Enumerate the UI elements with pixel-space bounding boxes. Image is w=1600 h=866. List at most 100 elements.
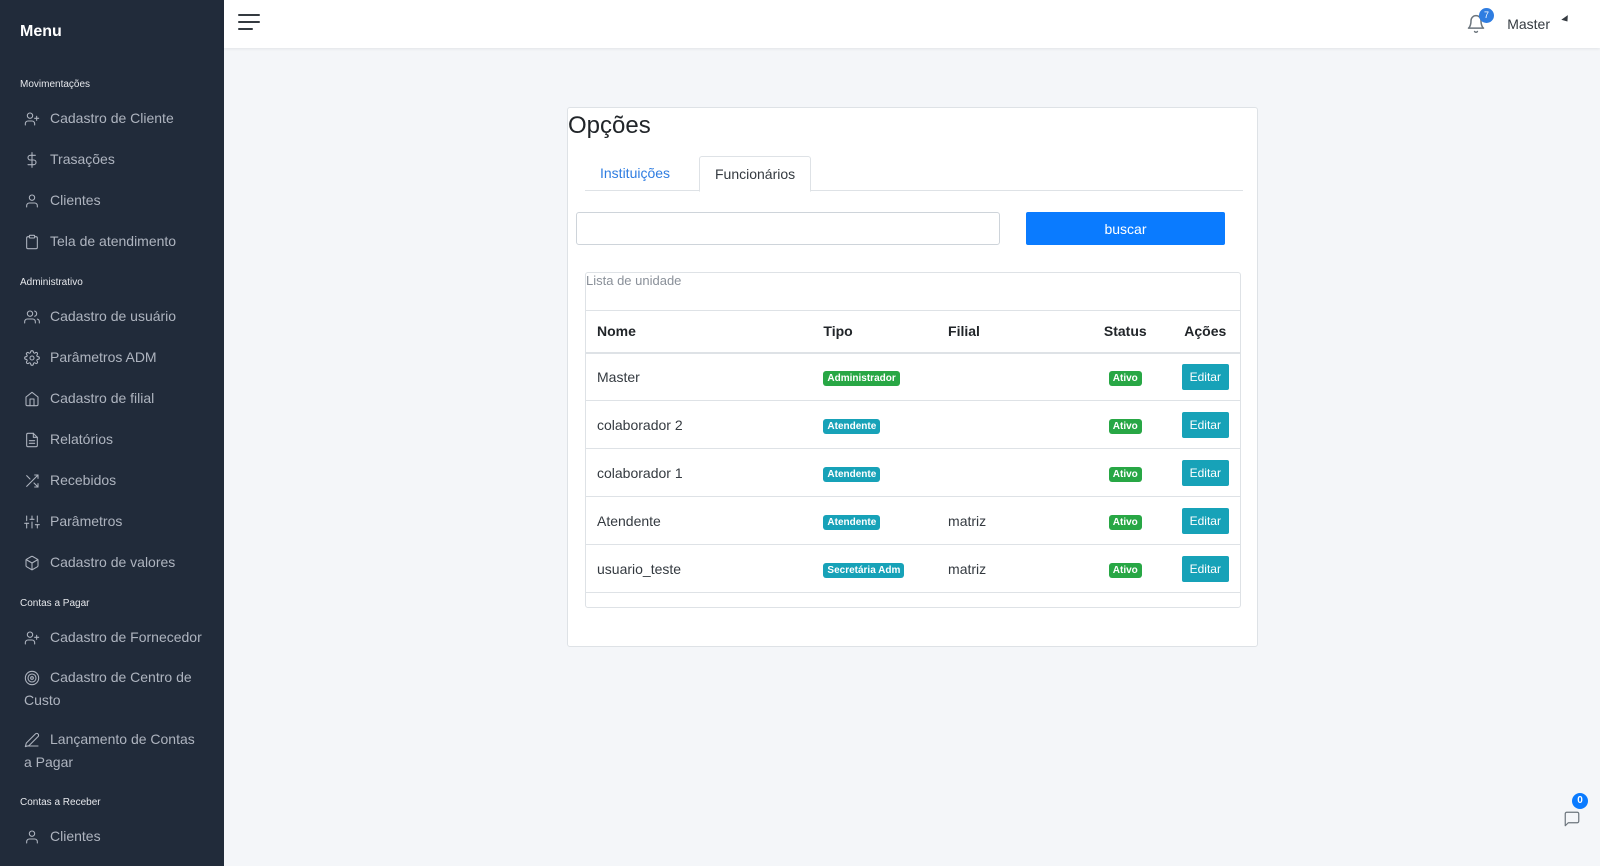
edit-button[interactable]: Editar bbox=[1181, 459, 1229, 486]
cell-acoes: Editar bbox=[1170, 448, 1240, 497]
status-badge: Ativo bbox=[1108, 418, 1142, 434]
status-badge: Ativo bbox=[1108, 562, 1142, 578]
sidebar-item-cadastro-de-filial[interactable]: Cadastro de filial bbox=[0, 378, 224, 419]
sidebar-item-cadastro-de-valores[interactable]: Cadastro de valores bbox=[0, 542, 224, 583]
chat-icon[interactable]: 0 bbox=[1563, 793, 1588, 828]
sidebar-item-label: Lançamento de Contas a Pagar bbox=[24, 731, 195, 770]
page-title: Opções bbox=[568, 112, 651, 139]
box-icon bbox=[24, 551, 50, 574]
edit-button[interactable]: Editar bbox=[1181, 363, 1229, 390]
tipo-badge: Administrador bbox=[823, 370, 900, 386]
tipo-badge: Atendente bbox=[823, 514, 881, 530]
sidebar-section-title: Movimentações bbox=[20, 79, 91, 90]
table-row: colaborador 2 Atendente Ativo Editar bbox=[586, 400, 1240, 449]
sidebar-item-cadastro-de-cliente[interactable]: Cadastro de Cliente bbox=[0, 98, 224, 139]
table-row: Master Administrador Ativo Editar bbox=[586, 352, 1240, 401]
cell-filial bbox=[937, 448, 1080, 497]
cell-nome: usuario_teste bbox=[586, 544, 813, 593]
sidebar-item-relatorios[interactable]: Relatórios bbox=[0, 419, 224, 460]
table-row: usuario_teste Secretária Adm matriz Ativo Ed… bbox=[586, 544, 1240, 593]
sidebar-item-parametros[interactable]: Parâmetros bbox=[0, 501, 224, 542]
employees-table: Nome Tipo Filial Status Ações Master Admi… bbox=[586, 310, 1240, 593]
cell-nome: colaborador 2 bbox=[586, 400, 813, 449]
search-button[interactable]: buscar bbox=[1026, 212, 1225, 245]
employee-list-panel: Lista de unidade Nome Tipo Filial Status… bbox=[585, 272, 1241, 608]
chat-count-badge: 0 bbox=[1572, 793, 1588, 809]
tipo-badge: Atendente bbox=[823, 466, 881, 482]
sidebar-item-trasacoes[interactable]: Trasações bbox=[0, 139, 224, 180]
sidebar-item-clientes[interactable]: Clientes bbox=[0, 816, 224, 857]
notifications-bell-icon[interactable]: 7 bbox=[1466, 8, 1494, 34]
sidebar-item-label: Parâmetros ADM bbox=[50, 349, 157, 365]
cell-filial: matriz bbox=[937, 544, 1080, 593]
status-badge: Ativo bbox=[1108, 514, 1142, 530]
sidebar-item-cadastro-de-centro-de-custo[interactable]: Cadastro de Centro de Custo bbox=[0, 658, 224, 720]
tipo-badge: Secretária Adm bbox=[823, 562, 905, 578]
user-menu[interactable]: Master bbox=[1507, 16, 1550, 32]
sidebar-item-tela-de-atendimento[interactable]: Tela de atendimento bbox=[0, 221, 224, 262]
pen-icon bbox=[24, 728, 50, 751]
notifications-count-badge: 7 bbox=[1479, 8, 1494, 23]
sidebar-item-label: Trasações bbox=[50, 151, 115, 167]
cell-status: Ativo bbox=[1079, 544, 1171, 593]
sidebar-item-label: Cadastro de usuário bbox=[50, 308, 177, 324]
sidebar-brand: Menu bbox=[20, 23, 62, 40]
edit-button[interactable]: Editar bbox=[1181, 411, 1229, 438]
user-plus-icon bbox=[24, 626, 50, 649]
sidebar-section-title: Administrativo bbox=[20, 277, 83, 288]
menu-toggle-icon[interactable] bbox=[238, 14, 260, 32]
clipboard-icon bbox=[24, 230, 50, 253]
edit-button[interactable]: Editar bbox=[1181, 507, 1229, 534]
sidebar-item-label: Recebidos bbox=[50, 472, 117, 488]
home-icon bbox=[24, 387, 50, 410]
sidebar-item-parametros-adm[interactable]: Parâmetros ADM bbox=[0, 337, 224, 378]
table-header-row: Nome Tipo Filial Status Ações bbox=[586, 310, 1240, 354]
sidebar-item-clientes[interactable]: Clientes bbox=[0, 180, 224, 221]
target-icon bbox=[24, 666, 50, 689]
cell-acoes: Editar bbox=[1170, 496, 1240, 545]
sidebar-item-label: Relatórios bbox=[50, 431, 114, 447]
cell-acoes: Editar bbox=[1170, 400, 1240, 449]
cell-filial: matriz bbox=[937, 496, 1080, 545]
sidebar-item-label: Clientes bbox=[50, 192, 101, 208]
user-menu-caret-icon[interactable] bbox=[1561, 15, 1571, 24]
sidebar-item-cadastro-de-usuario[interactable]: Cadastro de usuário bbox=[0, 296, 224, 337]
cell-nome: colaborador 1 bbox=[586, 448, 813, 497]
cell-status: Ativo bbox=[1079, 400, 1171, 449]
cell-filial bbox=[937, 400, 1080, 449]
cell-acoes: Editar bbox=[1170, 352, 1240, 401]
sidebar-item-label: Cadastro de filial bbox=[50, 390, 155, 406]
status-badge: Ativo bbox=[1108, 466, 1142, 482]
sidebar-item-label: Cadastro de Centro de Custo bbox=[24, 669, 192, 708]
column-header-status: Status bbox=[1079, 310, 1171, 354]
search-input[interactable] bbox=[576, 212, 1000, 245]
table-row: colaborador 1 Atendente Ativo Editar bbox=[586, 448, 1240, 497]
tab-funcionarios[interactable]: Funcionários bbox=[699, 156, 812, 192]
cell-tipo: Atendente bbox=[812, 400, 938, 449]
column-header-filial: Filial bbox=[937, 310, 1080, 354]
edit-button[interactable]: Editar bbox=[1181, 555, 1229, 582]
cell-tipo: Atendente bbox=[812, 496, 938, 545]
table-row: Atendente Atendente matriz Ativo Editar bbox=[586, 496, 1240, 545]
shuffle-icon bbox=[24, 469, 50, 492]
cell-tipo: Administrador bbox=[812, 352, 938, 401]
cell-acoes: Editar bbox=[1170, 544, 1240, 593]
sidebar-item-cadastro-de-fornecedor[interactable]: Cadastro de Fornecedor bbox=[0, 617, 224, 658]
cell-status: Ativo bbox=[1079, 496, 1171, 545]
sidebar-item-label: Cadastro de Cliente bbox=[50, 110, 174, 126]
sidebar: Menu Movimentações Cadastro de Cliente Tra… bbox=[0, 0, 224, 866]
gear-icon bbox=[24, 346, 50, 369]
cell-status: Ativo bbox=[1079, 352, 1171, 401]
cell-nome: Master bbox=[586, 352, 813, 401]
tab-instituicoes[interactable]: Instituições bbox=[585, 156, 685, 191]
sidebar-item-recebidos[interactable]: Recebidos bbox=[0, 460, 224, 501]
user-plus-icon bbox=[24, 107, 50, 130]
sidebar-item-label: Parâmetros bbox=[50, 513, 123, 529]
cell-status: Ativo bbox=[1079, 448, 1171, 497]
sidebar-item-lancamento-de-contas-a-pagar[interactable]: Lançamento de Contas a Pagar bbox=[0, 720, 224, 782]
list-title: Lista de unidade bbox=[586, 273, 682, 288]
dollar-icon bbox=[24, 148, 50, 171]
sidebar-item-label: Cadastro de Fornecedor bbox=[50, 629, 202, 645]
column-header-tipo: Tipo bbox=[812, 310, 938, 354]
options-card: Opções Instituições Funcionários buscar … bbox=[567, 107, 1258, 647]
